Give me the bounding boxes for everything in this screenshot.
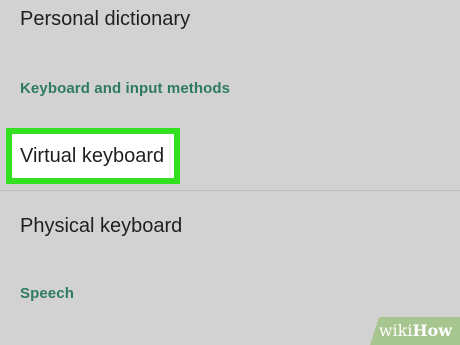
section-header-speech: Speech — [0, 276, 460, 312]
watermark-wiki-text: wiki — [378, 321, 413, 340]
watermark-how-text: How — [412, 321, 452, 340]
settings-item-virtual-keyboard[interactable]: Virtual keyboard — [0, 126, 460, 190]
settings-item-label: Virtual keyboard — [20, 145, 165, 167]
section-header-label: Keyboard and input methods — [20, 80, 231, 97]
divider — [0, 190, 460, 191]
settings-item-personal-dictionary[interactable]: Personal dictionary — [0, 0, 460, 50]
settings-item-physical-keyboard[interactable]: Physical keyboard — [0, 204, 460, 252]
section-header-keyboard-input: Keyboard and input methods — [0, 66, 460, 106]
section-header-label: Speech — [20, 285, 74, 302]
settings-item-label: Physical keyboard — [20, 215, 183, 237]
settings-item-label: Personal dictionary — [20, 8, 191, 30]
wikihow-watermark: wikiHow — [379, 321, 452, 340]
